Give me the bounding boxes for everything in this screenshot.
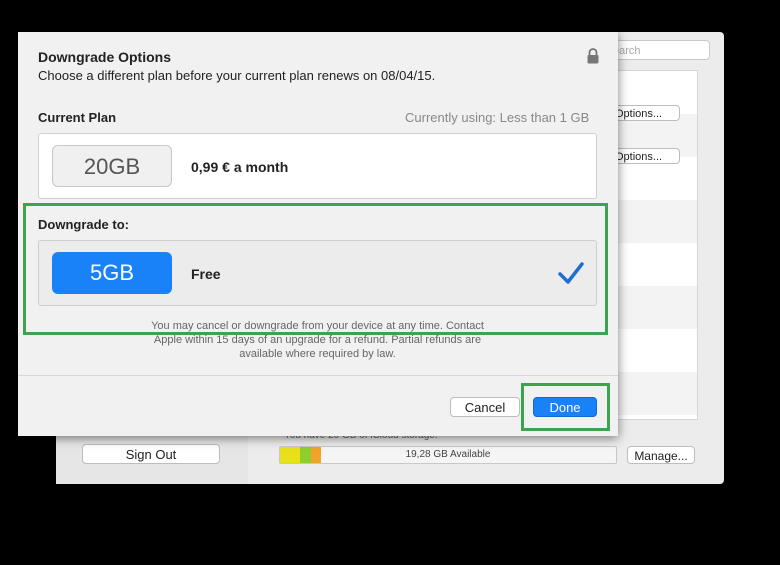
current-plan-size: 20GB: [52, 145, 172, 187]
current-plan-label: Current Plan: [38, 110, 117, 125]
refund-note: You may cancel or downgrade from your de…: [151, 320, 484, 360]
downgrade-highlight-frame: [23, 203, 608, 335]
usage-text: Currently using: Less than 1 GB: [405, 110, 590, 125]
search-field[interactable]: earch: [606, 40, 710, 60]
options-button-1[interactable]: Options...: [612, 105, 680, 121]
sheet-title: Downgrade Options: [38, 49, 171, 65]
footer-divider: [18, 375, 618, 376]
done-highlight-frame: [521, 383, 610, 431]
storage-available-text: 19,28 GB Available: [405, 449, 491, 460]
manage-button[interactable]: Manage...: [627, 446, 695, 464]
lock-icon: [587, 48, 599, 64]
options-button-2[interactable]: Options...: [612, 148, 680, 164]
cancel-button[interactable]: Cancel: [450, 397, 520, 417]
sheet-subtitle: Choose a different plan before your curr…: [38, 68, 436, 83]
sign-out-button[interactable]: Sign Out: [82, 444, 220, 464]
current-plan-price: 0,99 € a month: [191, 159, 289, 175]
